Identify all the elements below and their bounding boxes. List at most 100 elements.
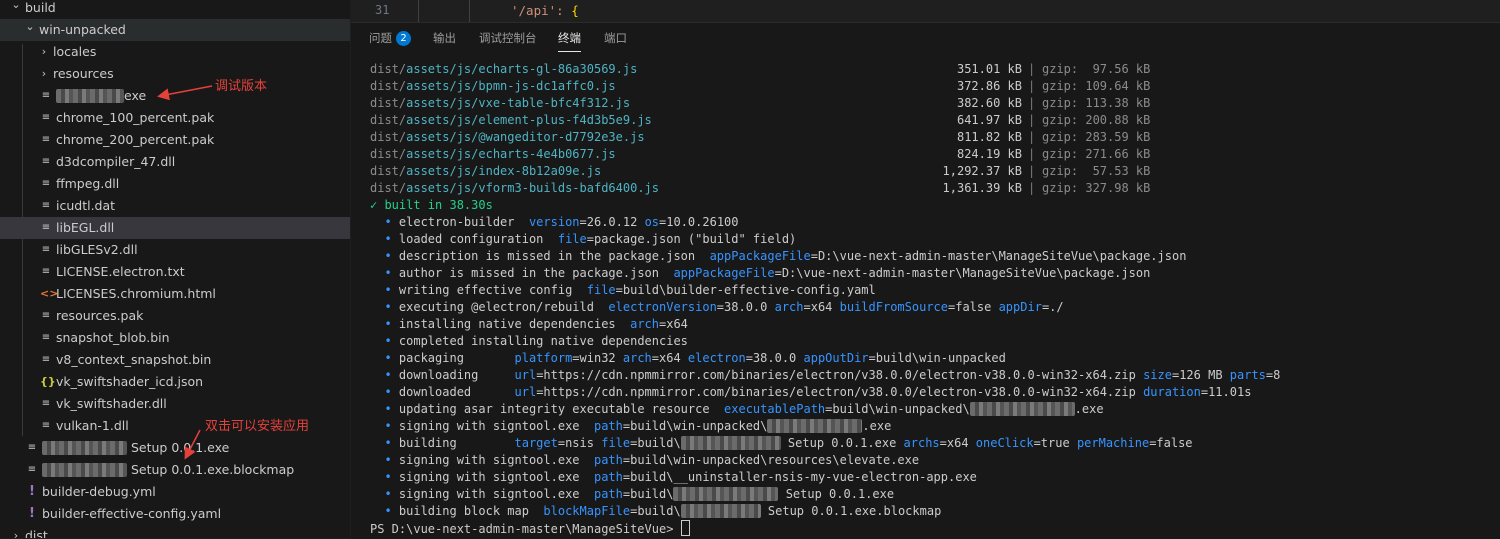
- build-log-line: • writing effective config file=build\bu…: [370, 283, 876, 297]
- tree-file[interactable]: ≡ ffmpeg.dll: [0, 173, 350, 195]
- log-key: electronVersion: [608, 300, 717, 314]
- file-icon: ≡: [41, 332, 51, 343]
- log-key: buildFromSource: [839, 300, 948, 314]
- tree-item-label: d3dcompiler_47.dll: [56, 154, 176, 169]
- bullet-icon: •: [370, 470, 399, 484]
- tab-terminal[interactable]: 终端: [558, 30, 581, 52]
- tree-folder[interactable]: › locales: [0, 41, 350, 63]
- chevron-down-icon[interactable]: ⌄: [10, 0, 22, 16]
- asset-path: assets/js/vxe-table-bfc4f312.js: [406, 96, 631, 110]
- tree-file[interactable]: ≡ v8_context_snapshot.bin: [0, 349, 350, 371]
- asset-prefix: dist/: [370, 62, 407, 76]
- editor-area[interactable]: 31 '/api': {: [351, 0, 1500, 22]
- tab-debug-console[interactable]: 调试控制台: [479, 30, 537, 46]
- yaml-file-icon: !: [29, 506, 35, 521]
- log-key: size: [1143, 368, 1172, 382]
- tree-file[interactable]: ≡ exe: [0, 85, 350, 107]
- log-key: appOutDir: [803, 351, 869, 365]
- tree-folder[interactable]: › resources: [0, 63, 350, 85]
- code-line[interactable]: '/api': {: [511, 3, 579, 18]
- tree-folder[interactable]: › dist: [0, 525, 350, 538]
- file-icon: ≡: [27, 442, 37, 453]
- asset-path: assets/js/element-plus-f4d3b5e9.js: [406, 113, 652, 127]
- tree-file[interactable]: ≡ chrome_200_percent.pak: [0, 129, 350, 151]
- tree-file[interactable]: ≡ chrome_100_percent.pak: [0, 107, 350, 129]
- asset-line: dist/assets/js/@wangeditor-d7792e3e.js 81…: [370, 129, 1490, 146]
- asset-line: dist/assets/js/bpmn-js-dc1affc0.js 372.86…: [370, 78, 1490, 95]
- log-key: file: [601, 436, 631, 450]
- tree-file[interactable]: {} vk_swiftshader_icd.json: [0, 371, 350, 393]
- tree-folder[interactable]: ⌄ build: [0, 0, 350, 19]
- file-icon: ≡: [41, 134, 51, 145]
- asset-line: dist/assets/js/index-8b12a09e.js 1,292.37…: [370, 163, 1490, 180]
- tab-ports[interactable]: 端口: [604, 30, 627, 46]
- log-key: parts: [1229, 368, 1266, 382]
- tree-file[interactable]: ! builder-effective-config.yaml: [0, 503, 350, 525]
- terminal-cursor: [680, 520, 690, 536]
- chevron-right-icon[interactable]: ›: [10, 525, 22, 538]
- log-key: appPackageFile: [709, 249, 811, 263]
- asset-gzip: gzip: 113.38 kB: [1042, 96, 1151, 110]
- tree-item-label: Setup 0.0.1.exe.blockmap: [42, 459, 294, 481]
- tree-file[interactable]: <> LICENSES.chromium.html: [0, 283, 350, 305]
- asset-line: dist/assets/js/echarts-4e4b0677.js 824.19…: [370, 146, 1490, 163]
- file-icon: ≡: [41, 156, 51, 167]
- tree-item-label: resources: [53, 66, 114, 81]
- bullet-icon: •: [370, 504, 399, 518]
- asset-path: assets/js/@wangeditor-d7792e3e.js: [406, 130, 645, 144]
- asset-prefix: dist/: [370, 130, 407, 144]
- log-key: target: [514, 436, 558, 450]
- log-key: path: [593, 453, 623, 467]
- tree-file[interactable]: ≡ resources.pak: [0, 305, 350, 327]
- asset-gzip: gzip: 327.98 kB: [1042, 181, 1151, 195]
- log-key: url: [514, 368, 537, 382]
- asset-gzip: gzip: 97.56 kB: [1042, 62, 1151, 76]
- bullet-icon: •: [370, 300, 399, 314]
- bullet-icon: •: [370, 487, 399, 501]
- bullet-icon: •: [370, 402, 399, 416]
- file-icon: ≡: [41, 266, 51, 277]
- file-icon: ≡: [41, 398, 51, 409]
- annotation-debug-version: 调试版本: [215, 79, 268, 94]
- tab-output[interactable]: 输出: [433, 30, 456, 46]
- tree-folder[interactable]: ⌄ win-unpacked: [0, 19, 350, 41]
- tree-file[interactable]: ! builder-debug.yml: [0, 481, 350, 503]
- tree-file[interactable]: ≡ d3dcompiler_47.dll: [0, 151, 350, 173]
- tree-item-label: locales: [53, 44, 97, 59]
- terminal-prompt[interactable]: PS D:\vue-next-admin-master\ManageSiteVu…: [370, 520, 690, 537]
- asset-line: dist/assets/js/vxe-table-bfc4f312.js 382.…: [370, 95, 1490, 112]
- asset-size-value: 372.86 kB: [956, 79, 1022, 93]
- annotation-double-click-install: 双击可以安装应用: [205, 419, 310, 434]
- build-log-line: • author is missed in the package.json a…: [370, 266, 1151, 280]
- log-key: blockMapFile: [543, 504, 631, 518]
- tree-file[interactable]: ≡ vk_swiftshader.dll: [0, 393, 350, 415]
- tree-file[interactable]: ≡ Setup 0.0.1.exe.blockmap: [0, 459, 350, 481]
- asset-size-value: 382.60 kB: [956, 96, 1022, 110]
- tree-file[interactable]: ≡ libEGL.dll: [0, 217, 350, 239]
- size-separator: |: [1028, 147, 1036, 161]
- tree-file[interactable]: ≡ snapshot_blob.bin: [0, 327, 350, 349]
- tree-item-label: LICENSE.electron.txt: [56, 264, 185, 279]
- build-log-line: • updating asar integrity executable res…: [370, 402, 1104, 416]
- tree-item-label: snapshot_blob.bin: [56, 330, 170, 345]
- asset-gzip: gzip: 109.64 kB: [1042, 79, 1151, 93]
- tree-item-label: vk_swiftshader.dll: [56, 396, 167, 411]
- tree-file[interactable]: ≡ icudtl.dat: [0, 195, 350, 217]
- asset-line: dist/assets/js/vform3-builds-bafd6400.js…: [370, 180, 1490, 197]
- chevron-right-icon[interactable]: ›: [38, 63, 50, 85]
- tree-item-label: dist: [25, 528, 48, 538]
- build-log-line: • signing with signtool.exe path=build\w…: [370, 453, 920, 467]
- tree-file[interactable]: ≡ LICENSE.electron.txt: [0, 261, 350, 283]
- asset-gzip: gzip: 283.59 kB: [1042, 130, 1151, 144]
- chevron-right-icon[interactable]: ›: [38, 41, 50, 63]
- log-key: appDir: [998, 300, 1042, 314]
- bullet-icon: •: [370, 385, 399, 399]
- tree-item-label: vulkan-1.dll: [56, 418, 129, 433]
- build-log-line: • description is missed in the package.j…: [370, 249, 1187, 263]
- chevron-down-icon[interactable]: ⌄: [24, 16, 36, 38]
- log-key: platform: [514, 351, 573, 365]
- tree-item-label: Setup 0.0.1.exe: [42, 437, 229, 459]
- tree-file[interactable]: ≡ libGLESv2.dll: [0, 239, 350, 261]
- tree-file[interactable]: ≡ Setup 0.0.1.exe: [0, 437, 350, 459]
- tab-problems[interactable]: 问题 2: [369, 30, 411, 46]
